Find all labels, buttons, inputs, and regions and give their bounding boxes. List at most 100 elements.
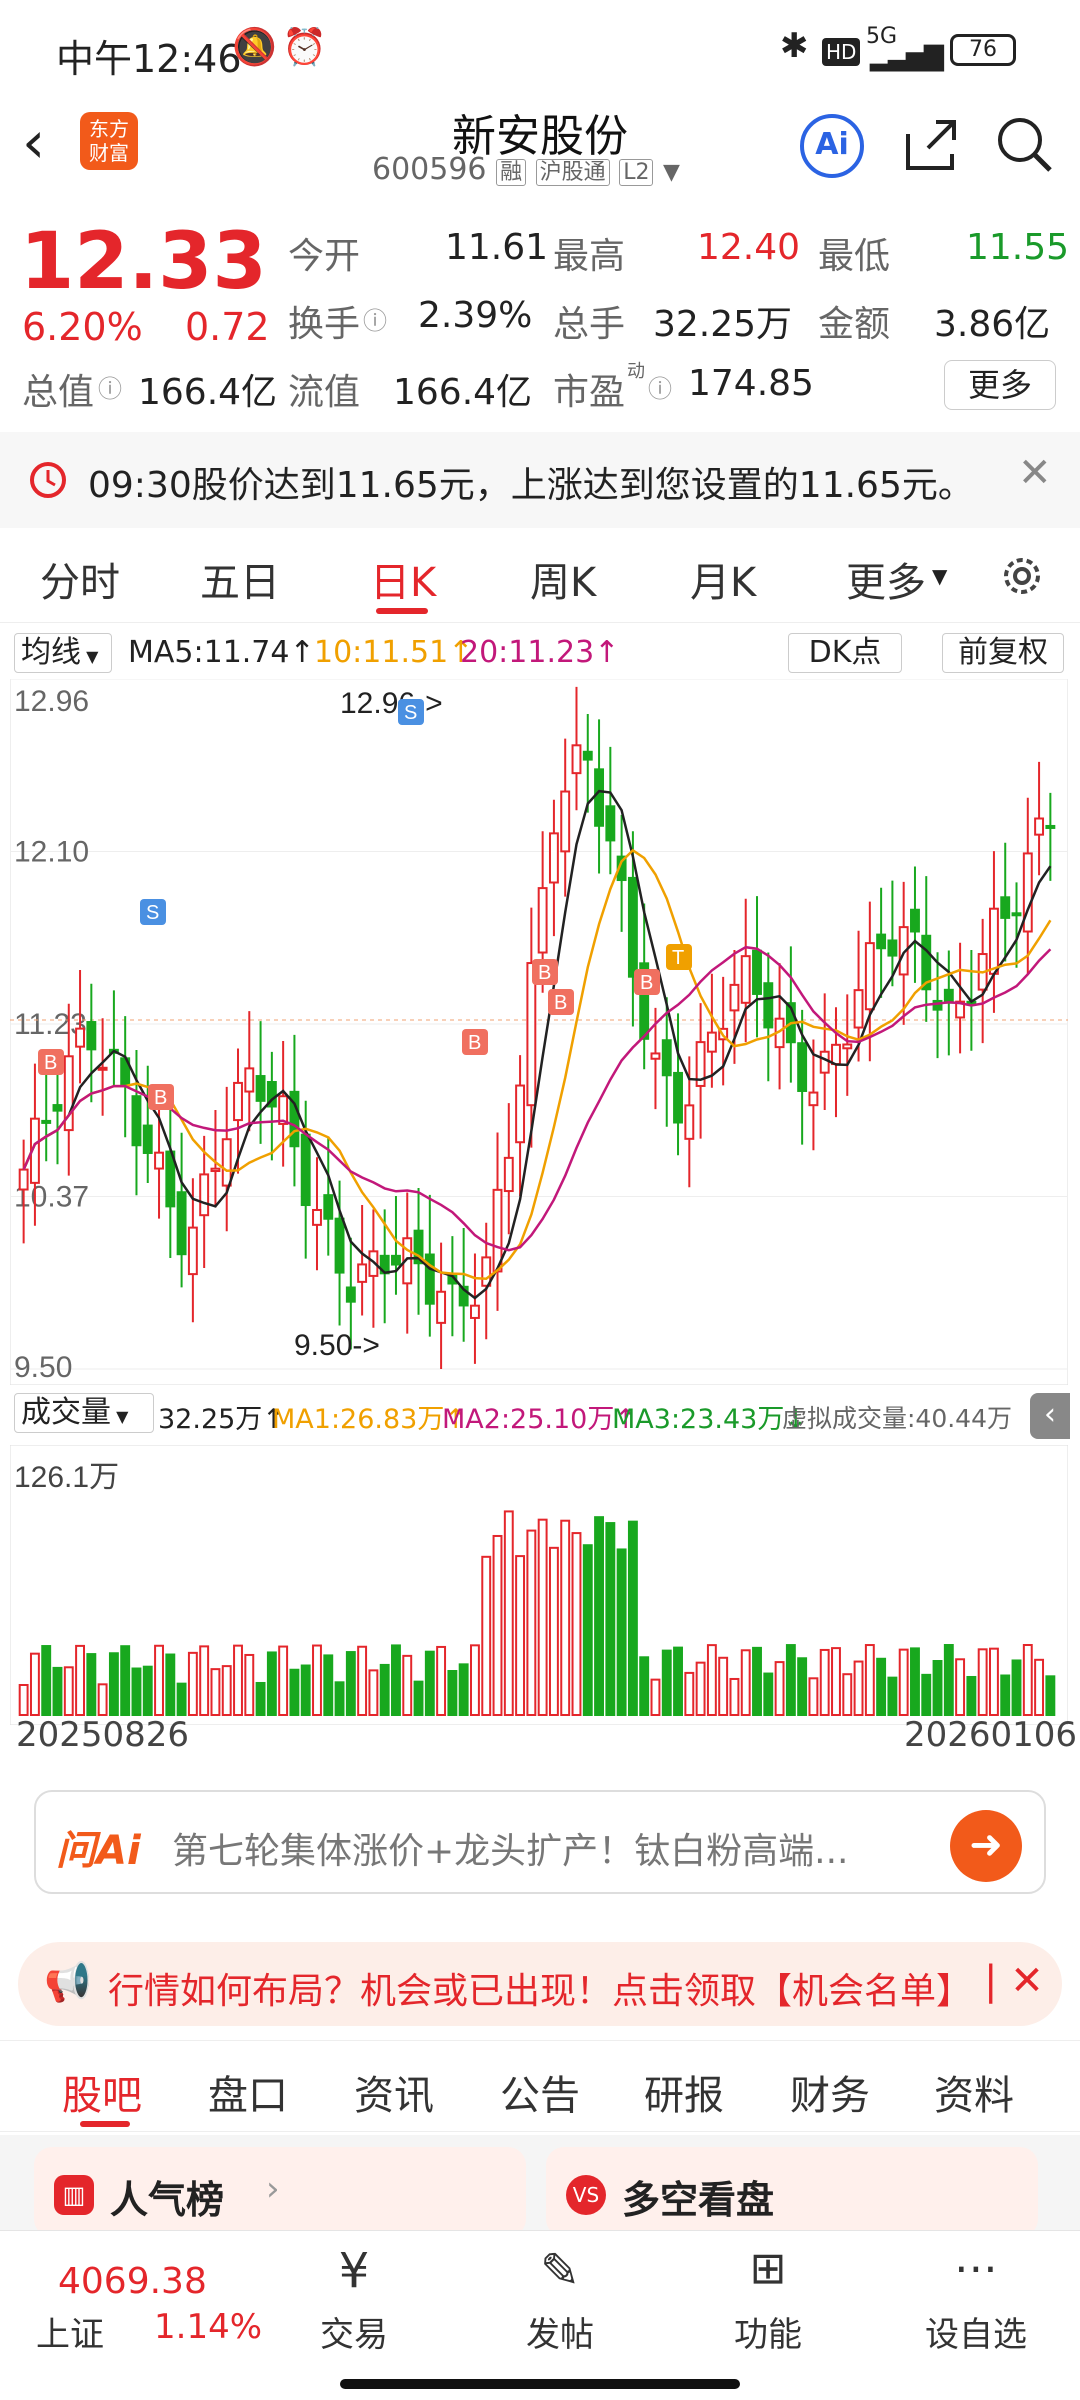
post-label: 发帖: [526, 2315, 594, 2355]
candle-body: [334, 1217, 345, 1274]
low-value: 11.55: [966, 227, 1070, 268]
volume-bar: [650, 1678, 661, 1717]
trade-marker-label: S: [404, 702, 417, 724]
trade-marker-label: B: [154, 1087, 167, 1109]
more-button[interactable]: 更多: [944, 360, 1056, 410]
volume-bar: [774, 1661, 785, 1716]
share-icon[interactable]: [900, 114, 962, 176]
volume-bar: [481, 1555, 492, 1716]
trade-marker-label: B: [44, 1052, 57, 1074]
kline-chart-area[interactable]: 均线 ▼ MA5:11.74↑ 10:11.51↑ 20:11.23↑ DK点 …: [0, 623, 1080, 1758]
adjust-button[interactable]: 前复权: [942, 633, 1064, 673]
popularity-card[interactable]: ▥ 人气榜 ›: [34, 2147, 526, 2237]
tab-profile[interactable]: 资料: [934, 2063, 1014, 2121]
ai-ask-bar[interactable]: 问Ai 第七轮集体涨价+龙头扩产！钛白粉高端... ➜: [34, 1790, 1046, 1894]
chart-frame: [10, 679, 1068, 1385]
gear-icon[interactable]: [996, 550, 1048, 602]
ai-button[interactable]: Ai: [800, 114, 864, 178]
tab-more[interactable]: 更多: [846, 550, 926, 608]
bull-bear-card[interactable]: VS 多空看盘: [546, 2147, 1038, 2237]
arrow-right-icon[interactable]: ➜: [950, 1810, 1022, 1882]
turnover-value: 2.39%: [418, 295, 533, 336]
tab-monthly-k[interactable]: 月K: [690, 550, 756, 608]
candle-body: [142, 1124, 153, 1154]
search-icon[interactable]: [994, 114, 1056, 176]
volume-bar: [334, 1681, 345, 1716]
info-icon[interactable]: ⓘ: [98, 369, 122, 404]
add-watchlist-button[interactable]: ⋯ 设自选: [916, 2243, 1036, 2356]
volume-bar: [684, 1671, 695, 1716]
candle-body: [345, 1286, 356, 1303]
functions-button[interactable]: ⊞ 功能: [708, 2243, 828, 2356]
volume-bar: [120, 1645, 131, 1716]
candle-body: [910, 908, 920, 933]
volume-bar: [154, 1644, 164, 1717]
candle-body: [357, 1263, 368, 1283]
candle-body: [740, 955, 751, 1004]
volume-bar: [176, 1682, 187, 1716]
tab-order-book[interactable]: 盘口: [208, 2063, 288, 2121]
dk-point-button[interactable]: DK点: [788, 633, 902, 673]
volume-bar: [503, 1510, 514, 1716]
volume-bar: [808, 1677, 819, 1716]
tab-financials[interactable]: 财务: [790, 2063, 870, 2121]
candle-body: [988, 907, 999, 975]
candle-body: [131, 1095, 142, 1147]
candlestick-chart[interactable]: 12.9612.1011.2310.379.5012.96->9.50->SSB…: [10, 679, 1068, 1385]
mute-icon: 🔕: [232, 27, 277, 68]
volume-bar: [966, 1675, 977, 1716]
info-icon[interactable]: ⓘ: [363, 301, 387, 336]
candle-body: [594, 768, 605, 827]
collapse-arrow-icon[interactable]: ‹: [1030, 1393, 1070, 1439]
volume-bar: [221, 1665, 232, 1716]
post-button[interactable]: ✎ 发帖: [500, 2243, 620, 2356]
ai-prompt-text: 第七轮集体涨价+龙头扩产！钛白粉高端...: [172, 1831, 849, 1872]
candle-body: [1000, 896, 1011, 919]
trade-marker-label: B: [640, 972, 653, 994]
trade-label: 交易: [320, 2315, 388, 2355]
vol-ma2-label: MA2:25.10万↑: [442, 1404, 637, 1435]
tab-announcements[interactable]: 公告: [500, 2063, 580, 2121]
candle-body: [1011, 912, 1022, 917]
trade-button[interactable]: ¥ 交易: [294, 2243, 414, 2356]
volume-value: 32.25万: [653, 304, 793, 345]
ma-selector[interactable]: 均线 ▼: [14, 633, 112, 673]
mktcap-value: 166.4亿: [138, 372, 278, 413]
add-watchlist-label: 设自选: [925, 2315, 1027, 2355]
open-value: 11.61: [445, 227, 549, 268]
volume-bar: [255, 1681, 266, 1716]
volume-bar: [548, 1546, 559, 1717]
tab-intraday[interactable]: 分时: [40, 550, 120, 608]
dropdown-icon[interactable]: ▼: [663, 160, 680, 185]
indicator-selector[interactable]: 成交量 ▼: [14, 1393, 154, 1433]
volume-bar: [537, 1518, 548, 1716]
volume-bar: [955, 1658, 966, 1716]
volume-bar: [266, 1651, 277, 1716]
tag-level2: L2: [619, 159, 654, 186]
close-icon[interactable]: ✕: [1018, 450, 1052, 496]
more-dots-icon: ⋯: [954, 2243, 998, 2294]
candle-body: [752, 949, 762, 995]
date-start: 20250826: [16, 1715, 190, 1755]
price-alert[interactable]: 09:30股价达到11.65元，上涨达到您设置的11.65元。 ✕: [0, 432, 1080, 528]
y-tick-label: 12.96: [14, 685, 89, 718]
tab-daily-k[interactable]: 日K: [370, 550, 436, 608]
tab-research[interactable]: 研报: [644, 2063, 724, 2121]
tab-news[interactable]: 资讯: [354, 2063, 434, 2121]
info-icon[interactable]: ⓘ: [648, 369, 672, 404]
candle-body: [1045, 824, 1056, 829]
back-icon[interactable]: ‹: [22, 108, 45, 176]
tab-forum[interactable]: 股吧: [62, 2063, 142, 2121]
high-value: 12.40: [697, 227, 801, 268]
tab-weekly-k[interactable]: 周K: [530, 550, 596, 608]
app-logo[interactable]: 东方 财富: [80, 112, 138, 170]
close-icon[interactable]: | ✕: [984, 1958, 1044, 2004]
volume-bar: [785, 1644, 796, 1716]
volume-bar: [447, 1670, 458, 1716]
volume-bar: [244, 1653, 255, 1716]
amount-label: 金额: [818, 304, 891, 345]
volume-bar: [921, 1673, 932, 1716]
promo-banner[interactable]: 📢 行情如何布局？机会或已出现！点击领取【机会名单】 | ✕: [18, 1942, 1062, 2026]
quote-panel: 12.33 6.20% 0.72 今开 11.61 最高 12.40 最低 11…: [0, 205, 1080, 430]
tab-five-day[interactable]: 五日: [200, 550, 280, 608]
